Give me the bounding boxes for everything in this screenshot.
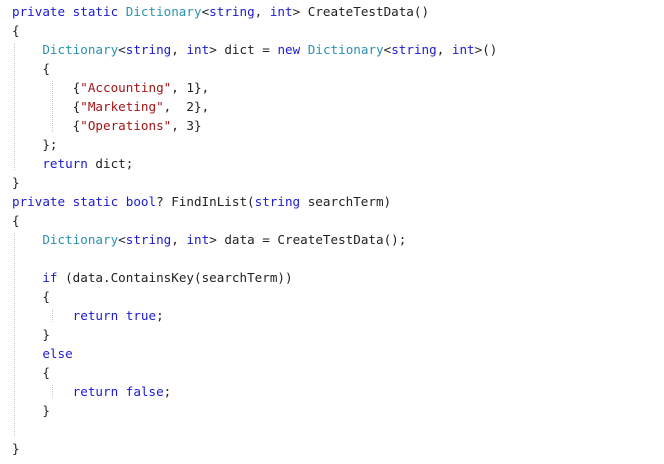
code-token: } [12, 175, 20, 190]
code-token: private static [12, 4, 126, 19]
code-line: }; [12, 135, 664, 154]
code-token: , [436, 42, 452, 57]
code-token: , [171, 232, 187, 247]
code-line: return true; [12, 306, 664, 325]
code-token: > CreateTestData() [292, 4, 430, 19]
code-token: if [42, 270, 58, 285]
code-token: { [12, 118, 81, 133]
code-token: < [118, 42, 126, 57]
code-token: { [12, 365, 50, 380]
code-line: } [12, 173, 664, 192]
code-token: , [254, 4, 270, 19]
code-token: Dictionary [125, 4, 202, 19]
code-token: , [171, 42, 187, 57]
code-token: string [209, 4, 255, 19]
code-token: string [254, 194, 301, 209]
code-token: { [12, 61, 50, 76]
code-line: return false; [12, 382, 664, 401]
code-line: {"Accounting", 1}, [12, 78, 664, 97]
code-line: if (data.ContainsKey(searchTerm)) [12, 268, 664, 287]
code-line: { [12, 211, 664, 230]
code-line: { [12, 363, 664, 382]
code-line: else [12, 344, 664, 363]
code-token: searchTerm) [300, 194, 392, 209]
code-token: { [12, 99, 81, 114]
indent-guide [52, 81, 53, 132]
code-token: , 1}, [171, 80, 210, 95]
code-token: Dictionary [42, 42, 119, 57]
code-token: string [125, 232, 172, 247]
code-token: >() [474, 42, 498, 57]
code-token: int [269, 4, 293, 19]
code-line: private static bool? FindInList(string s… [12, 192, 664, 211]
code-line: {"Marketing", 2}, [12, 97, 664, 116]
code-line: { [12, 21, 664, 40]
code-line: private static Dictionary<string, int> C… [12, 2, 664, 21]
code-token: "Accounting" [80, 80, 172, 95]
code-token: Dictionary [42, 232, 119, 247]
code-token: "Operations" [80, 118, 172, 133]
code-token: , 2}, [163, 99, 210, 114]
code-token: (data.ContainsKey(searchTerm)) [57, 270, 293, 285]
code-editor[interactable]: private static Dictionary<string, int> C… [0, 0, 664, 464]
indent-guide [52, 385, 53, 398]
code-token: int [451, 42, 475, 57]
code-line: { [12, 59, 664, 78]
code-line: Dictionary<string, int> dict = new Dicti… [12, 40, 664, 59]
code-token: > data = CreateTestData(); [209, 232, 407, 247]
code-line: Dictionary<string, int> data = CreateTes… [12, 230, 664, 249]
code-token: int [186, 42, 210, 57]
code-token: "Marketing" [80, 99, 164, 114]
code-line: } [12, 401, 664, 420]
code-token: string [391, 42, 437, 57]
code-token: } [12, 327, 50, 342]
code-token: < [118, 232, 126, 247]
code-token: { [12, 23, 20, 38]
indent-guide [14, 43, 15, 170]
code-token: { [12, 213, 20, 228]
code-line: } [12, 439, 664, 458]
code-token: return true [72, 308, 157, 323]
code-token: Dictionary [307, 42, 384, 57]
code-token: new [277, 42, 308, 57]
code-token: else [42, 346, 73, 361]
code-token: } [12, 403, 50, 418]
code-token: string [125, 42, 172, 57]
code-token: ; [156, 308, 164, 323]
code-token: } [12, 441, 20, 456]
code-line: return dict; [12, 154, 664, 173]
code-token: { [12, 289, 50, 304]
code-token: return [42, 156, 88, 171]
code-token: ? FindInList( [156, 194, 255, 209]
code-token: }; [12, 137, 58, 152]
code-token: , 3} [171, 118, 202, 133]
code-token: int [186, 232, 210, 247]
code-line: } [12, 325, 664, 344]
code-line: { [12, 287, 664, 306]
code-token: return false [72, 384, 164, 399]
indent-guide [14, 233, 15, 436]
indent-guide [52, 309, 53, 322]
code-token: { [12, 80, 81, 95]
code-token: > dict = [209, 42, 278, 57]
code-token: dict; [87, 156, 134, 171]
code-line: {"Operations", 3} [12, 116, 664, 135]
code-token: private static bool [12, 194, 157, 209]
code-token: ; [163, 384, 172, 399]
